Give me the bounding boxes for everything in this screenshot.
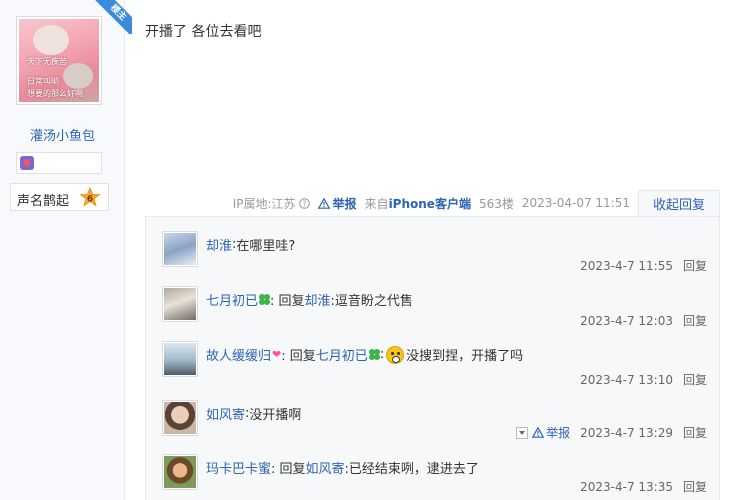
reply-avatar[interactable] [162, 454, 198, 490]
reply-username[interactable]: 七月初已 [206, 290, 258, 309]
reply-content: :逗音盼之代售 [330, 294, 413, 309]
reply-item: 故人缓缓归 ❤ : 回复 七月初已 : 没搜到捏，开播了吗 2023-4-7 1… [162, 341, 707, 397]
help-icon[interactable]: ? [298, 197, 310, 209]
reply-username[interactable]: 故人缓缓归 [206, 345, 271, 364]
reply-item: 玛卡巴卡蜜 : 回复 如风寄 :已经结束咧，逮进去了 2023-4-7 13:3… [162, 454, 707, 500]
reply-sep: : 回复 [281, 349, 316, 364]
clover-icon [368, 349, 380, 360]
floor-number: 563楼 [478, 196, 514, 211]
reply-target-username[interactable]: 如风寄 [306, 458, 345, 477]
report-link[interactable]: 举报 [317, 195, 357, 212]
ip-location-text: IP属地:江苏 [232, 196, 296, 211]
reply-text: 故人缓缓归 ❤ : 回复 七月初已 : 没搜到捏，开播了吗 [206, 345, 523, 364]
dropdown-icon[interactable] [516, 426, 529, 439]
post-datetime: 2023-04-07 11:51 [521, 196, 630, 210]
reply-avatar[interactable] [162, 341, 198, 377]
clover-icon [259, 294, 271, 305]
reply-username[interactable]: 却淮 [206, 235, 232, 254]
reply-colon: : [379, 347, 385, 362]
reply-sep: : 回复 [270, 294, 305, 309]
reply-text: 玛卡巴卡蜜 : 回复 如风寄 :已经结束咧，逮进去了 [206, 458, 479, 477]
reply-target-username[interactable]: 却淮 [305, 290, 331, 309]
emoji-icon [386, 345, 405, 364]
reply-sep: : 回复 [271, 462, 306, 477]
op-ribbon: 楼主 [92, 0, 132, 34]
reply-report-label: 举报 [546, 426, 571, 440]
reply-text: 七月初已 : 回复 却淮 :逗音盼之代售 [206, 290, 413, 309]
reply-meta: 2023-4-7 11:55 回复 [580, 257, 707, 274]
author-avatar[interactable]: 天下无疾苦 日常叫哟 想要的那么好啊 [16, 16, 102, 105]
reply-time: 2023-4-7 13:29 [580, 425, 673, 440]
badge-icon[interactable] [20, 156, 34, 170]
level-name: 声名鹊起 [17, 194, 70, 209]
reply-meta: 2023-4-7 13:10 回复 [580, 371, 707, 388]
level-number: 6 [87, 195, 93, 205]
author-name[interactable]: 灌汤小鱼包 [0, 125, 125, 144]
author-avatar-image: 天下无疾苦 日常叫哟 想要的那么好啊 [19, 19, 99, 102]
reply-avatar[interactable] [162, 231, 198, 267]
reply-content: 在哪里哇? [236, 239, 296, 254]
svg-text:?: ? [302, 199, 306, 208]
reply-text: 如风寄: 没开播啊 [206, 404, 301, 423]
reply-button[interactable]: 回复 [683, 371, 707, 388]
reply-time: 2023-4-7 13:10 [580, 372, 673, 387]
post-content: 开播了 各位去看吧 [145, 24, 262, 40]
reply-meta: 2023-4-7 13:35 回复 [580, 478, 707, 495]
heart-icon: ❤ [272, 348, 282, 361]
level-row[interactable]: 声名鹊起 6 [10, 183, 109, 211]
client-link[interactable]: iPhone客户端 [389, 197, 471, 211]
reply-button[interactable]: 回复 [683, 312, 707, 329]
reply-time: 2023-4-7 11:55 [580, 258, 673, 273]
client-prefix: 来自 [364, 196, 389, 211]
reply-button[interactable]: 回复 [683, 424, 707, 441]
reply-report-link[interactable]: 举报 [532, 424, 570, 441]
post-tail: IP属地:江苏 ? 举报 来自iPhone客户端 563楼 2023-04-07… [233, 190, 720, 216]
reply-item: 如风寄: 没开播啊 举报 2023-4-7 13:29 回复 [162, 400, 707, 456]
reply-meta: 2023-4-7 12:03 回复 [580, 312, 707, 329]
reply-content: 没开播啊 [249, 408, 302, 423]
reply-time: 2023-4-7 12:03 [580, 313, 673, 328]
reply-item: 却淮: 在哪里哇? 2023-4-7 11:55 回复 [162, 231, 707, 287]
badge-row [16, 152, 102, 174]
reply-button[interactable]: 回复 [683, 478, 707, 495]
author-column: 天下无疾苦 日常叫哟 想要的那么好啊 楼主 灌汤小鱼包 声名鹊起 6 [0, 0, 132, 500]
client-info: 来自iPhone客户端 [365, 195, 471, 212]
avatar-caption-2: 日常叫哟 [27, 77, 59, 86]
warning-icon [317, 197, 330, 209]
reply-meta: 举报 2023-4-7 13:29 回复 [516, 424, 707, 441]
reply-text: 却淮: 在哪里哇? [206, 235, 295, 254]
reply-target-username[interactable]: 七月初已 [316, 345, 368, 364]
avatar-caption-3: 想要的那么好啊 [27, 89, 83, 98]
reply-item: 七月初已 : 回复 却淮 :逗音盼之代售 2023-4-7 12:03 回复 [162, 286, 707, 342]
op-ribbon-label: 楼主 [93, 0, 132, 34]
reply-box: 却淮: 在哪里哇? 2023-4-7 11:55 回复 七月初已 : 回复 却淮… [145, 216, 720, 500]
reply-button[interactable]: 回复 [683, 257, 707, 274]
reply-content: 没搜到捏，开播了吗 [406, 349, 524, 364]
collapse-replies-button[interactable]: 收起回复 [638, 190, 720, 216]
level-star-icon: 6 [79, 187, 101, 207]
reply-avatar[interactable] [162, 400, 198, 436]
reply-username[interactable]: 如风寄 [206, 404, 245, 423]
avatar-caption-1: 天下无疾苦 [27, 57, 67, 66]
reply-username[interactable]: 玛卡巴卡蜜 [206, 458, 271, 477]
ip-location: IP属地:江苏 ? [233, 195, 310, 212]
reply-avatar[interactable] [162, 286, 198, 322]
report-label: 举报 [332, 196, 357, 211]
reply-time: 2023-4-7 13:35 [580, 479, 673, 494]
warning-icon [532, 427, 545, 438]
reply-content: :已经结束咧，逮进去了 [344, 462, 479, 477]
